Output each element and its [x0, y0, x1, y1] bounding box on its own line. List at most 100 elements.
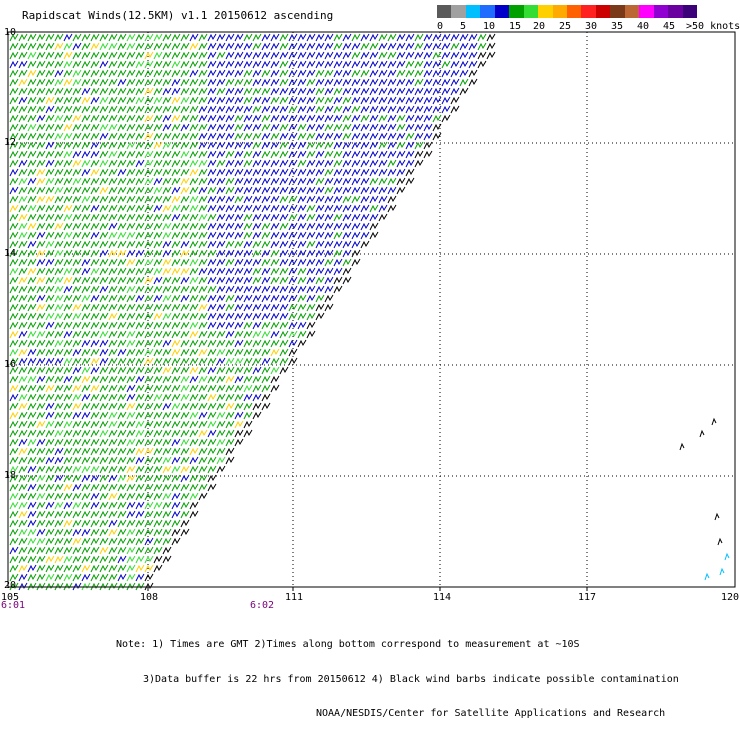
wind-barb	[63, 69, 73, 78]
wind-barb	[225, 204, 235, 213]
wind-barb	[9, 420, 19, 429]
wind-barb	[234, 258, 244, 267]
wind-barb	[162, 285, 172, 294]
wind-barb	[117, 402, 127, 411]
wind-barb	[135, 312, 145, 321]
wind-barb	[135, 159, 145, 168]
wind-barb	[360, 159, 370, 168]
wind-barb	[252, 132, 262, 141]
wind-barb	[90, 69, 100, 78]
wind-barb	[279, 294, 289, 303]
wind-barb	[153, 321, 163, 330]
wind-barb	[243, 96, 253, 105]
wind-barb	[63, 186, 73, 195]
wind-barb	[72, 258, 82, 267]
wind-barb	[216, 438, 226, 447]
wind-barb	[135, 348, 145, 357]
wind-barb	[81, 204, 91, 213]
wind-barb	[171, 168, 181, 177]
wind-barb	[108, 420, 118, 429]
wind-barb	[234, 276, 244, 285]
wind-barb	[135, 366, 145, 375]
wind-barb	[54, 114, 64, 123]
wind-barb	[36, 447, 46, 456]
wind-barb	[216, 168, 226, 177]
wind-barb	[54, 312, 64, 321]
wind-barb	[225, 87, 235, 96]
wind-barb	[18, 321, 28, 330]
wind-barb	[369, 141, 379, 150]
wind-barb	[342, 105, 352, 114]
wind-barb	[36, 294, 46, 303]
wind-barb	[36, 42, 46, 51]
wind-barb	[288, 69, 298, 78]
wind-barb	[396, 186, 406, 195]
wind-barb	[306, 321, 316, 330]
note-line-2: 3)Data buffer is 22 hrs from 20150612 4)…	[143, 673, 679, 685]
wind-barb	[99, 411, 109, 420]
wind-barb	[414, 87, 424, 96]
wind-barb	[198, 393, 208, 402]
wind-barb	[63, 402, 73, 411]
wind-barb	[90, 501, 100, 510]
wind-barb	[81, 33, 91, 42]
wind-barb	[297, 105, 307, 114]
wind-barb	[63, 123, 73, 132]
wind-barb	[333, 114, 343, 123]
wind-barb	[288, 348, 298, 357]
wind-barb	[207, 186, 217, 195]
wind-barb	[207, 339, 217, 348]
wind-barb	[225, 60, 235, 69]
wind-barb	[63, 375, 73, 384]
wind-barb	[9, 267, 19, 276]
wind-barb	[9, 546, 19, 555]
wind-barb	[324, 276, 334, 285]
wind-barb	[351, 123, 361, 132]
wind-barb	[108, 312, 118, 321]
wind-barb	[162, 294, 172, 303]
wind-barb	[117, 339, 127, 348]
wind-barb	[117, 132, 127, 141]
wind-barb	[54, 537, 64, 546]
wind-barb	[225, 78, 235, 87]
wind-barb	[369, 213, 379, 222]
wind-barb	[270, 375, 280, 384]
wind-barb	[333, 123, 343, 132]
wind-barb	[135, 213, 145, 222]
wind-barb	[162, 339, 172, 348]
wind-barb	[117, 528, 127, 537]
wind-barb	[72, 168, 82, 177]
wind-barb	[81, 141, 91, 150]
time-label-602: 6:02	[250, 600, 275, 611]
wind-barb	[27, 528, 37, 537]
wind-barb	[297, 294, 307, 303]
wind-barb	[270, 159, 280, 168]
wind-barb	[18, 177, 28, 186]
wind-barb	[36, 384, 46, 393]
wind-barb	[126, 564, 136, 573]
wind-barb	[243, 159, 253, 168]
wind-barb	[414, 60, 424, 69]
wind-barb	[216, 447, 226, 456]
wind-barb	[162, 96, 172, 105]
wind-barb	[9, 492, 19, 501]
wind-barb	[54, 420, 64, 429]
wind-barb	[189, 510, 199, 519]
wind-barb	[234, 357, 244, 366]
wind-barb	[9, 60, 19, 69]
wind-barb	[324, 222, 334, 231]
wind-barb	[180, 528, 190, 537]
wind-barb	[252, 168, 262, 177]
wind-barb	[90, 105, 100, 114]
wind-barb	[81, 330, 91, 339]
wind-barb	[405, 51, 415, 60]
wind-barb	[252, 105, 262, 114]
wind-barb	[225, 357, 235, 366]
wind-barb	[45, 132, 55, 141]
wind-barb	[252, 177, 262, 186]
wind-barb	[72, 96, 82, 105]
wind-barb	[396, 150, 406, 159]
wind-barb	[243, 177, 253, 186]
wind-barb	[171, 249, 181, 258]
wind-barb	[216, 339, 226, 348]
